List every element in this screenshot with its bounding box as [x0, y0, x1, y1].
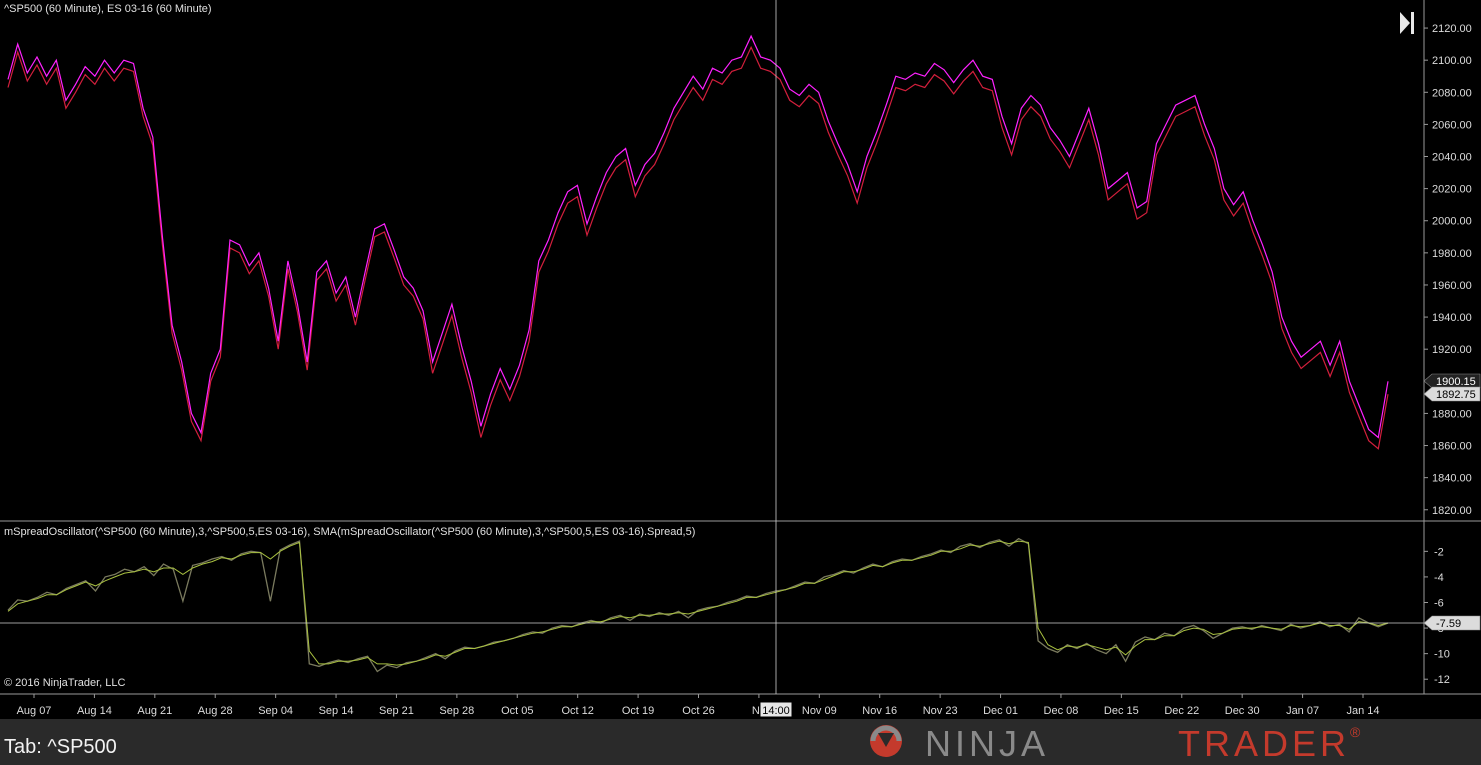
price-tick-label: 1940.00 — [1432, 312, 1472, 324]
time-tick-label: Dec 22 — [1164, 705, 1199, 717]
oscillator-tick-label: -12 — [1434, 674, 1450, 686]
copyright-text: © 2016 NinjaTrader, LLC — [4, 677, 126, 689]
price-tick-label: 1840.00 — [1432, 473, 1472, 485]
price-tick-label: 2120.00 — [1432, 23, 1472, 35]
price-tick-label: 1980.00 — [1432, 248, 1472, 260]
price-tick-label: 2020.00 — [1432, 184, 1472, 196]
time-tick-label: Nov 16 — [862, 705, 897, 717]
time-tick-label: Aug 28 — [198, 705, 233, 717]
time-axis: Aug 07 Aug 14 Aug 21 Aug 28 Sep 04 Sep 14 Sep … — [17, 694, 1380, 717]
time-tick-label: Dec 15 — [1104, 705, 1139, 717]
ninjatrader-logo-icon — [870, 725, 902, 757]
crosshair-time-label: 14:00 — [762, 705, 790, 717]
oscillator-tick-label: -2 — [1434, 546, 1444, 558]
time-tick-label: Aug 14 — [77, 705, 112, 717]
es-last-value-badge: 1892.75 — [1436, 389, 1476, 401]
brand-text-ninja: NINJA — [925, 723, 1050, 764]
oscillator-series — [7, 537, 1389, 673]
time-tick-label: Oct 12 — [561, 705, 593, 717]
time-tick-label: Jan 07 — [1286, 705, 1319, 717]
brand-registered-mark: ® — [1350, 724, 1361, 740]
oscillator-tick-label: -10 — [1434, 649, 1450, 661]
brand-text-trader: TRADER — [1178, 723, 1351, 764]
time-tick-label: Sep 04 — [258, 705, 293, 717]
price-tick-label: 2100.00 — [1432, 55, 1472, 67]
price-tick-label: 2080.00 — [1432, 87, 1472, 99]
price-tick-label: 2000.00 — [1432, 216, 1472, 228]
time-tick-label: Oct 19 — [622, 705, 654, 717]
price-tick-label: 2040.00 — [1432, 152, 1472, 164]
time-tick-label: Sep 28 — [439, 705, 474, 717]
time-tick-label: Aug 21 — [137, 705, 172, 717]
sma-line — [7, 540, 1389, 666]
time-tick-label: Jan 14 — [1346, 705, 1379, 717]
sp500-line — [7, 34, 1389, 439]
price-tick-label: 1920.00 — [1432, 344, 1472, 356]
price-series — [7, 34, 1389, 450]
time-tick-label: Nov 23 — [923, 705, 958, 717]
time-tick-label: Sep 14 — [319, 705, 354, 717]
time-tick-label: Oct 26 — [682, 705, 714, 717]
time-tick-label: Aug 07 — [17, 705, 52, 717]
es-line — [7, 45, 1389, 450]
spread-line — [7, 537, 1389, 673]
time-tick-label: Dec 08 — [1044, 705, 1079, 717]
chart-window: 2120.00 2100.00 2080.00 2060.00 2040.00 2020.… — [0, 0, 1481, 765]
time-tick-label: Dec 30 — [1225, 705, 1260, 717]
chart-area[interactable]: 2120.00 2100.00 2080.00 2060.00 2040.00 2020.… — [0, 0, 1481, 719]
oscillator-tick-label: -4 — [1434, 572, 1444, 584]
price-panel-title: ^SP500 (60 Minute), ES 03-16 (60 Minute) — [4, 3, 212, 15]
price-tick-label: 1880.00 — [1432, 408, 1472, 420]
skip-to-end-icon[interactable] — [1400, 12, 1416, 34]
tab-label[interactable]: Tab: ^SP500 — [4, 736, 117, 759]
time-tick-label: Nov 09 — [802, 705, 837, 717]
price-tick-label: 1860.00 — [1432, 441, 1472, 453]
oscillator-tick-label: -6 — [1434, 597, 1444, 609]
oscillator-crosshair-value-badge: -7.59 — [1436, 618, 1461, 630]
price-axis: 2120.00 2100.00 2080.00 2060.00 2040.00 2020.… — [0, 0, 1481, 695]
crosshair: 14:00 — [0, 0, 1424, 718]
time-tick-label: Oct 05 — [501, 705, 533, 717]
price-tick-label: 2060.00 — [1432, 119, 1472, 131]
price-tick-label: 1960.00 — [1432, 280, 1472, 292]
time-tick-label: Sep 21 — [379, 705, 414, 717]
sp500-last-value-badge: 1900.15 — [1436, 376, 1476, 388]
price-tick-label: 1820.00 — [1432, 505, 1472, 517]
time-tick-label: Dec 01 — [983, 705, 1018, 717]
indicator-panel-title: mSpreadOscillator(^SP500 (60 Minute),3,^… — [4, 526, 696, 538]
